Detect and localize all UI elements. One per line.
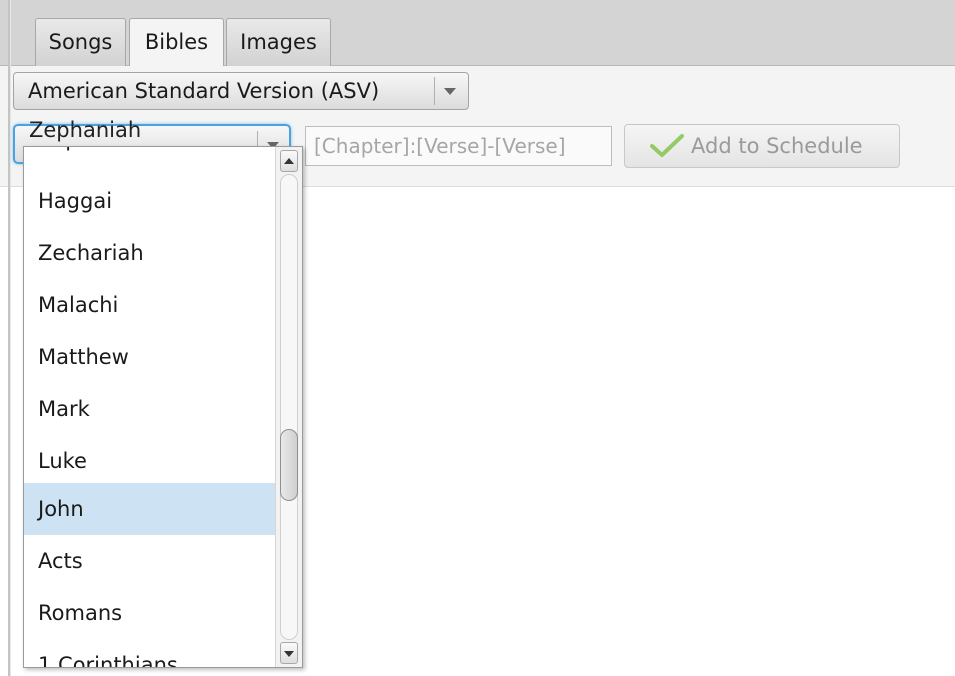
checkmark-icon <box>650 134 684 157</box>
list-item[interactable]: Zephaniah <box>24 147 276 165</box>
arrow-down-icon <box>284 651 294 657</box>
list-item[interactable]: 1 Corinthians <box>24 639 276 667</box>
add-to-schedule-label: Add to Schedule <box>691 134 863 158</box>
bible-book-value: Zephaniah <box>29 118 142 142</box>
bible-version-select[interactable]: American Standard Version (ASV) <box>13 72 469 110</box>
scroll-down-button[interactable] <box>280 642 298 664</box>
chevron-down-icon[interactable] <box>434 77 464 105</box>
scroll-track[interactable] <box>280 174 298 640</box>
add-to-schedule-button[interactable]: Add to Schedule <box>624 124 900 168</box>
scroll-up-button[interactable] <box>280 150 298 172</box>
list-item[interactable]: Malachi <box>24 279 276 331</box>
list-item[interactable]: Romans <box>24 587 276 639</box>
book-dropdown-list[interactable]: Zephaniah Haggai Zechariah Malachi Matth… <box>23 146 303 668</box>
list-item[interactable]: Zechariah <box>24 227 276 279</box>
chapter-verse-input[interactable] <box>305 126 612 166</box>
arrow-up-icon <box>284 158 294 164</box>
tab-bar: Songs Bibles Images <box>0 0 955 67</box>
list-item[interactable]: Haggai <box>24 175 276 227</box>
tab-bibles[interactable]: Bibles <box>129 18 224 67</box>
list-item[interactable]: Luke <box>24 435 276 487</box>
panel-divider <box>8 0 11 676</box>
dropdown-scrollbar[interactable] <box>275 147 302 667</box>
list-item-selected[interactable]: John <box>24 483 276 535</box>
list-item[interactable]: Acts <box>24 535 276 587</box>
list-item[interactable]: Matthew <box>24 331 276 383</box>
tab-songs[interactable]: Songs <box>35 18 126 66</box>
tab-images[interactable]: Images <box>226 18 331 66</box>
scroll-thumb[interactable] <box>280 429 298 501</box>
bible-version-value: American Standard Version (ASV) <box>28 79 380 103</box>
list-item[interactable]: Mark <box>24 383 276 435</box>
